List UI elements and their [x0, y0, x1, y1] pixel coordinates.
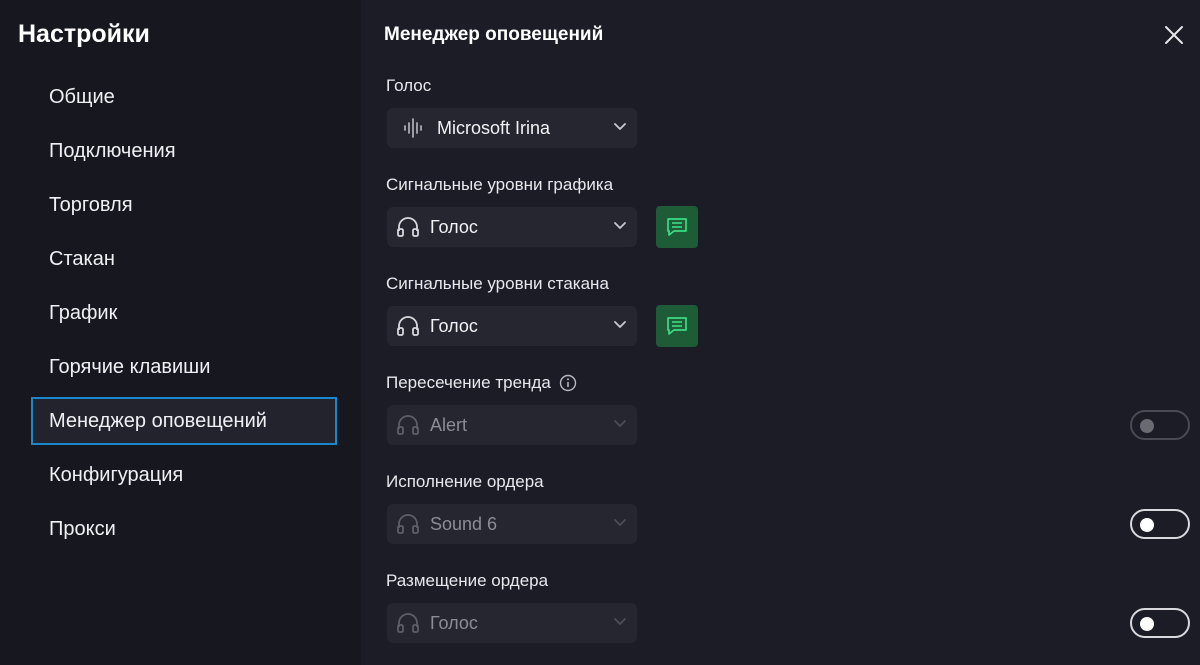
order-place-select[interactable]: Голос: [387, 603, 637, 643]
trend-cross-select[interactable]: Alert: [387, 405, 637, 445]
toggle-knob: [1140, 617, 1154, 631]
headphones-icon: [397, 613, 419, 633]
order-place-label: Размещение ордера: [386, 571, 549, 590]
chart-levels-label: Сигнальные уровни графика: [386, 175, 614, 194]
chevron-down-icon: [614, 420, 626, 427]
nav-item-alert-manager[interactable]: Менеджер оповещений: [31, 397, 337, 445]
order-exec-select[interactable]: Sound 6: [387, 504, 637, 544]
headphones-icon: [397, 514, 419, 534]
order-exec-toggle[interactable]: [1130, 509, 1190, 539]
sidebar-title: Настройки: [18, 20, 150, 48]
voice-select-value: Microsoft Irina: [437, 117, 551, 138]
chevron-down-icon: [614, 222, 626, 229]
voice-select[interactable]: Microsoft Irina: [387, 108, 637, 148]
order-place-value: Голос: [430, 612, 478, 633]
nav-item-chart[interactable]: График: [31, 289, 337, 337]
toggle-knob: [1140, 518, 1154, 532]
chevron-down-icon: [614, 123, 626, 130]
chart-levels-message-button[interactable]: [656, 206, 698, 248]
nav-item-general[interactable]: Общие: [31, 73, 337, 121]
message-icon: [667, 218, 687, 236]
close-button[interactable]: [1161, 22, 1187, 48]
settings-sidebar: Настройки Общие Подключения Торговля Ста…: [0, 0, 361, 665]
order-exec-value: Sound 6: [430, 513, 498, 534]
page-title: Менеджер оповещений: [384, 24, 604, 45]
alert-manager-panel: Менеджер оповещений Голос Microsoft Irin…: [361, 0, 1200, 665]
info-icon[interactable]: [559, 374, 577, 392]
trend-cross-toggle[interactable]: [1130, 410, 1190, 440]
nav-item-connections[interactable]: Подключения: [31, 127, 337, 175]
trend-cross-value: Alert: [430, 414, 468, 435]
nav-item-configuration[interactable]: Конфигурация: [31, 451, 337, 499]
chart-levels-select[interactable]: Голос: [387, 207, 637, 247]
order-place-toggle[interactable]: [1130, 608, 1190, 638]
dom-levels-label: Сигнальные уровни стакана: [386, 274, 609, 293]
trend-cross-label-row: Пересечение тренда: [386, 373, 577, 393]
chevron-down-icon: [614, 321, 626, 328]
nav-item-order-book[interactable]: Стакан: [31, 235, 337, 283]
voice-label: Голос: [386, 76, 432, 95]
close-icon: [1165, 26, 1183, 44]
dom-levels-message-button[interactable]: [656, 305, 698, 347]
headphones-icon: [397, 217, 419, 237]
nav-item-hotkeys[interactable]: Горячие клавиши: [31, 343, 337, 391]
nav-item-proxy[interactable]: Прокси: [31, 505, 337, 553]
settings-nav: Общие Подключения Торговля Стакан График…: [31, 73, 337, 559]
chevron-down-icon: [614, 519, 626, 526]
chart-levels-value: Голос: [430, 216, 478, 237]
waveform-icon: [404, 118, 422, 138]
message-icon: [667, 317, 687, 335]
dom-levels-select[interactable]: Голос: [387, 306, 637, 346]
dom-levels-value: Голос: [430, 315, 478, 336]
trend-cross-label: Пересечение тренда: [386, 373, 551, 392]
order-exec-label: Исполнение ордера: [386, 472, 544, 491]
chevron-down-icon: [614, 618, 626, 625]
headphones-icon: [397, 316, 419, 336]
toggle-knob: [1140, 419, 1154, 433]
nav-item-trading[interactable]: Торговля: [31, 181, 337, 229]
headphones-icon: [397, 415, 419, 435]
